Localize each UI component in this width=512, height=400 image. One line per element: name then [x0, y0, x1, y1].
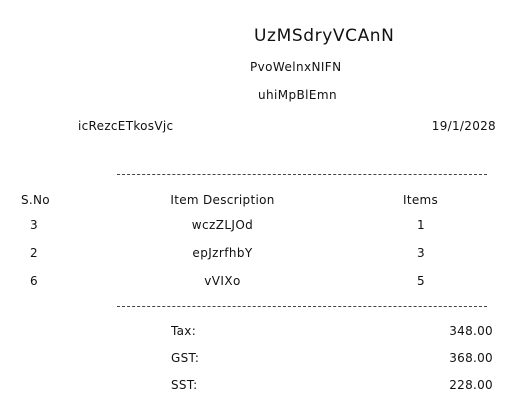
row-sno: 2: [30, 246, 39, 260]
receipt-date: 19/1/2028: [431, 119, 496, 133]
sst-value: 228.00: [449, 378, 493, 392]
store-name: UzMSdryVCAnN: [254, 26, 395, 46]
row-description: vVIXo: [204, 274, 241, 288]
gst-value: 368.00: [449, 351, 493, 365]
column-header-items: Items: [403, 193, 439, 207]
row-items: 5: [417, 274, 426, 288]
gst-label: GST:: [171, 351, 200, 365]
column-header-sno: S.No: [21, 193, 50, 207]
row-items: 1: [417, 218, 426, 232]
row-sno: 3: [30, 218, 39, 232]
tax-label: Tax:: [171, 324, 197, 338]
row-description: wczZLJOd: [191, 218, 254, 232]
column-header-description: Item Description: [170, 193, 275, 207]
cashier-name: icRezcETkosVjc: [78, 119, 174, 133]
row-items: 3: [417, 246, 426, 260]
top-divider: [117, 174, 487, 175]
store-subtitle-line-1: PvoWelnxNIFN: [250, 60, 342, 74]
sst-label: SST:: [171, 378, 198, 392]
store-subtitle-line-2: uhiMpBlEmn: [258, 88, 337, 102]
tax-value: 348.00: [449, 324, 493, 338]
receipt: UzMSdryVCAnN PvoWelnxNIFN uhiMpBlEmn icR…: [0, 0, 512, 400]
row-description: epJzrfhbY: [192, 246, 253, 260]
bottom-divider: [117, 306, 487, 307]
row-sno: 6: [30, 274, 39, 288]
